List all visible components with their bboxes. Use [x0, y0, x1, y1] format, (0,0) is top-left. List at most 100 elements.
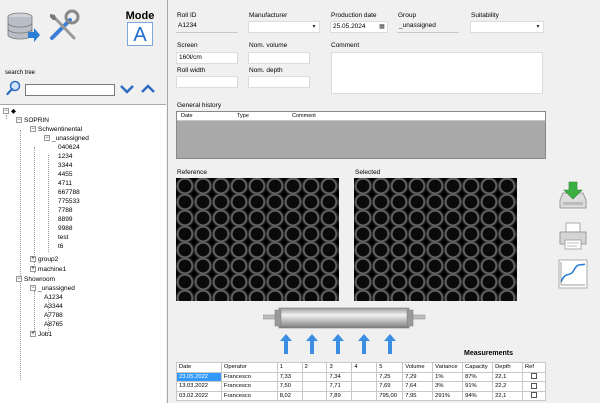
cell-5[interactable]: 7,69 [376, 381, 404, 392]
tree-node-site[interactable]: − Schwentinental [30, 126, 82, 134]
nom-depth-field[interactable] [248, 76, 310, 88]
tree-node-group[interactable]: + machine1 [30, 266, 66, 274]
measurements-table[interactable]: Date Operator 1 2 3 4 5 Volume Variance … [176, 362, 547, 401]
manufacturer-select[interactable]: ▾ [248, 21, 320, 33]
tree-leaf[interactable]: A7788 [44, 312, 63, 320]
tree-leaf[interactable]: A3344 [44, 303, 63, 311]
save-icon[interactable] [557, 180, 589, 212]
tree-leaf[interactable]: 040624 [58, 144, 80, 152]
nom-volume-field[interactable] [248, 52, 310, 64]
collapse-toggle[interactable]: − [3, 108, 9, 115]
tree-leaf[interactable]: 9988 [58, 225, 72, 233]
tree-leaf[interactable]: 4455 [58, 171, 72, 179]
table-row[interactable]: 23.05.2022 Francesco 7,33 7,34 7,25 7,29… [176, 371, 547, 382]
roll-width-field[interactable] [176, 76, 238, 88]
search-input[interactable] [25, 84, 115, 96]
calendar-dropdown-icon[interactable]: ▦ [378, 23, 386, 31]
tree-node-group[interactable]: + group2 [30, 256, 58, 264]
cell-2[interactable] [301, 381, 328, 392]
cell-depth[interactable]: 22,1 [492, 390, 523, 401]
cell-ref[interactable] [521, 390, 547, 401]
chart-icon[interactable] [557, 258, 589, 290]
project-tree[interactable]: − ◆ − SOPRIN − Schwentinental − _unassigned … [0, 104, 166, 403]
cell-1[interactable]: 7,33 [276, 371, 303, 382]
tree-leaf[interactable]: 667788 [58, 189, 80, 197]
cell-3[interactable]: 7,71 [326, 381, 353, 392]
tree-node-group[interactable]: + Job1 [30, 331, 52, 339]
tree-node-root[interactable]: − ◆ [3, 108, 16, 116]
cell-5[interactable]: 7,25 [376, 371, 404, 382]
tree-node-company[interactable]: − SOPRIN [16, 117, 49, 125]
cell-depth[interactable]: 22,2 [492, 381, 523, 392]
expand-toggle[interactable]: + [30, 331, 36, 338]
cell-3[interactable]: 7,34 [326, 371, 353, 382]
tree-node-site[interactable]: − Showroom [16, 276, 55, 284]
chevron-up-icon[interactable] [140, 81, 156, 97]
tree-leaf[interactable]: A8765 [44, 321, 63, 329]
ref-checkbox[interactable] [530, 382, 537, 389]
tree-leaf[interactable]: 775533 [58, 198, 80, 206]
search-icon[interactable] [6, 80, 22, 96]
cell-operator[interactable]: Francesco [220, 390, 278, 401]
cell-ref[interactable] [521, 371, 547, 382]
cell-3[interactable]: 7,89 [326, 390, 353, 401]
cell-2[interactable] [301, 390, 328, 401]
collapse-toggle[interactable]: − [30, 285, 36, 292]
suitability-select[interactable]: ▾ [470, 21, 544, 33]
ref-checkbox[interactable] [530, 373, 537, 380]
cell-1[interactable]: 7,50 [276, 381, 303, 392]
cell-date[interactable]: 13.03.2022 [176, 381, 222, 392]
tree-leaf[interactable]: test [58, 234, 68, 242]
tools-icon[interactable] [44, 8, 82, 46]
tree-label: Job1 [38, 331, 53, 338]
cell-capacity[interactable]: 91% [462, 381, 494, 392]
tree-leaf[interactable]: 8899 [58, 216, 72, 224]
ref-checkbox[interactable] [530, 392, 537, 399]
cell-ref[interactable] [521, 381, 547, 392]
tree-leaf[interactable]: A1234 [44, 294, 63, 302]
tree-leaf[interactable]: 3344 [58, 162, 72, 170]
expand-toggle[interactable]: + [30, 266, 36, 273]
collapse-toggle[interactable]: − [16, 117, 22, 124]
cell-volume[interactable]: 7,95 [402, 390, 434, 401]
cell-4[interactable] [351, 381, 378, 392]
collapse-toggle[interactable]: − [16, 276, 22, 283]
cell-1[interactable]: 8,02 [276, 390, 303, 401]
tree-leaf[interactable]: 7788 [58, 207, 72, 215]
cell-variance[interactable]: 291% [432, 390, 464, 401]
roll-id-field[interactable]: A1234 [176, 21, 238, 33]
cell-2[interactable] [301, 371, 328, 382]
cell-capacity[interactable]: 94% [462, 390, 494, 401]
cell-volume[interactable]: 7,64 [402, 381, 434, 392]
cell-variance[interactable]: 3% [432, 381, 464, 392]
tree-node-group[interactable]: − _unassigned [30, 285, 75, 293]
tree-leaf[interactable]: 1234 [58, 153, 72, 161]
collapse-toggle[interactable]: − [30, 126, 36, 133]
cell-4[interactable] [351, 371, 378, 382]
tree-node-group[interactable]: − _unassigned [44, 135, 89, 143]
comment-textarea[interactable] [331, 52, 543, 94]
cell-date[interactable]: 03.02.2022 [176, 390, 222, 401]
mode-a-icon[interactable]: Mode A [122, 10, 158, 46]
chevron-down-icon[interactable] [119, 81, 135, 97]
cell-4[interactable] [351, 390, 378, 401]
cell-operator[interactable]: Francesco [220, 381, 278, 392]
cell-variance[interactable]: 1% [432, 371, 464, 382]
cell-date[interactable]: 23.05.2022 [176, 371, 222, 382]
screen-field[interactable]: 160l/cm [176, 52, 238, 64]
cell-volume[interactable]: 7,29 [402, 371, 434, 382]
print-icon[interactable] [557, 220, 589, 252]
cell-depth[interactable]: 22,1 [492, 371, 523, 382]
table-row[interactable]: 13.03.2022 Francesco 7,50 7,71 7,69 7,64… [176, 381, 547, 392]
table-row[interactable]: 03.02.2022 Francesco 8,02 7,89 795,00 7,… [176, 390, 547, 401]
production-date-picker[interactable]: 25.05.2024 ▦ [330, 21, 388, 33]
tree-leaf[interactable]: t6 [58, 243, 63, 251]
collapse-toggle[interactable]: − [44, 135, 50, 142]
expand-toggle[interactable]: + [30, 256, 36, 263]
tree-leaf[interactable]: 4711 [58, 180, 72, 188]
cell-5[interactable]: 795,00 [376, 390, 404, 401]
cell-operator[interactable]: Francesco [220, 371, 278, 382]
history-table[interactable]: Date Type Comment [176, 111, 546, 159]
cell-capacity[interactable]: 87% [462, 371, 494, 382]
database-export-icon[interactable] [3, 8, 41, 46]
